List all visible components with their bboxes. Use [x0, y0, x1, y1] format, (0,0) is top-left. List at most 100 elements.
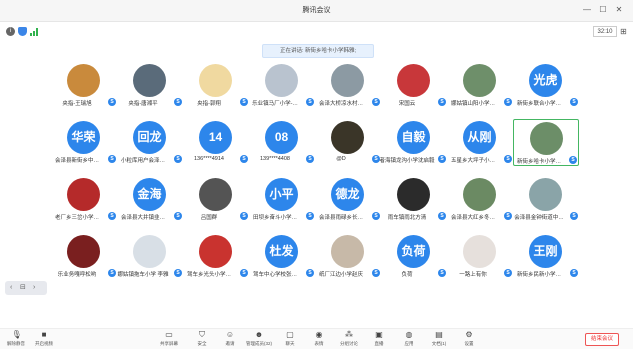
grid-view-icon[interactable]: ⊞ [620, 27, 629, 36]
minimize-icon[interactable]: — [581, 4, 593, 16]
title-bar: 腾讯会议 — ☐ ✕ [0, 0, 633, 22]
participant-name: 会泽县大红乡冬… [450, 215, 495, 221]
participant-tile[interactable]: 德龙 会泽县雨碌乡长… S [315, 176, 381, 223]
toolbar-button[interactable]: ⚙ 设置 [455, 331, 483, 349]
participant-name: 乐业务嘎呼松哟 [57, 272, 97, 278]
toolbar-button[interactable]: ■ 开启视频 [30, 331, 58, 349]
participant-tile[interactable]: 宋国云 S [381, 62, 447, 109]
bottom-toolbar: 结束会议 🎙 解除静音 ■ 开启视频 ▭ 共享屏幕 ⛉ 安全 ☺ 邀请 ☻ 管理成员(32) ▢ 聊天 ◉ 表… [0, 328, 633, 349]
avatar [463, 64, 496, 97]
toolbar-icon: ▤ [435, 330, 443, 339]
participant-name: 会泽县大井镇韭… [120, 215, 165, 221]
participant-tile[interactable]: 娜姑镇拖车小学 李雅 S [117, 233, 183, 280]
participant-name: 会泽县新街乡中… [54, 158, 99, 164]
toolbar-button[interactable]: ◍ 应用 [395, 331, 423, 349]
participant-name: 者海镇龙沟小学沈启毅 [379, 158, 435, 164]
participant-tile[interactable]: 负荷 负荷 S [381, 233, 447, 280]
avatar: 金海 [133, 178, 166, 211]
toolbar-button[interactable]: ▣ 直播 [365, 331, 393, 349]
participant-tile[interactable]: 金海 会泽县大井镇韭… S [117, 176, 183, 223]
end-meeting-button[interactable]: 结束会议 [585, 333, 619, 346]
toolbar-button[interactable]: ⁂ 分组讨论 [335, 331, 363, 349]
participant-name: 央指-唐湘平 [128, 101, 158, 107]
participant-tile[interactable]: 新街乡哈卡小学… S [513, 119, 579, 166]
participant-tile[interactable]: 驾车乡光头小学… S [183, 233, 249, 280]
avatar [397, 178, 430, 211]
avatar: 小平 [265, 178, 298, 211]
gallery-icon[interactable]: ⊟ [20, 284, 26, 292]
participant-tile[interactable]: 王刚 新街乡民新小学… S [513, 233, 579, 280]
participant-tile[interactable]: 央指-郭翔 S [183, 62, 249, 109]
toolbar-button[interactable]: ◉ 表情 [305, 331, 333, 349]
toolbar-icon: ▢ [286, 330, 294, 339]
participant-tile[interactable]: 纸厂江边小学赵庆 S [315, 233, 381, 280]
participant-tile[interactable]: 央指-唐湘平 S [117, 62, 183, 109]
toolbar-icon: ☻ [254, 330, 264, 339]
participant-tile[interactable]: 光虎 新街乡联合小学… S [513, 62, 579, 109]
toolbar-label: 应用 [404, 341, 414, 346]
participant-name: 负荷 [401, 272, 413, 278]
avatar: 负荷 [397, 235, 430, 268]
toolbar-icon: ☺ [225, 330, 235, 339]
participant-tile[interactable]: 雨车镇雨北方清 S [381, 176, 447, 223]
mic-muted-icon: S [504, 155, 512, 163]
info-icon[interactable]: i [6, 27, 15, 36]
participant-tile[interactable]: @D S [315, 119, 381, 166]
toolbar-icon: ▣ [375, 330, 383, 339]
participant-tile[interactable]: 乐业务嘎呼松哟 S [51, 233, 117, 280]
toolbar-label: 表情 [314, 341, 324, 346]
participant-tile[interactable]: 会泽大桥凉水村… S [315, 62, 381, 109]
participant-tile[interactable]: 14 136****4914 S [183, 119, 249, 166]
toolbar-button[interactable]: ☺ 邀请 [216, 331, 244, 349]
avatar [463, 178, 496, 211]
meeting-info-row: i 32:10 ⊞ [0, 23, 633, 41]
participant-tile[interactable]: 会泽县大红乡冬… S [447, 176, 513, 223]
toolbar-label: 管理成员(32) [245, 341, 272, 346]
speaking-banner: 正在讲话: 新街乡哈卡小学韩雅; [262, 44, 374, 58]
toolbar-label: 开启视频 [35, 341, 53, 346]
participant-name: 乐业镇马厂小学-… [252, 101, 298, 107]
avatar: 光虎 [529, 64, 562, 97]
participant-tile[interactable]: 08 139****4408 S [249, 119, 315, 166]
toolbar-button[interactable]: ☻ 管理成员(32) [245, 331, 273, 349]
toolbar-label: 共享屏幕 [160, 341, 178, 346]
maximize-icon[interactable]: ☐ [597, 4, 609, 16]
toolbar-label: 安全 [197, 341, 207, 346]
toolbar-button[interactable]: 🎙 解除静音 [2, 331, 30, 349]
pager-right-icon[interactable]: › [33, 284, 35, 292]
signal-icon[interactable] [30, 28, 39, 36]
participant-tile[interactable]: 娜姑镇山阳小学… S [447, 62, 513, 109]
participant-tile[interactable]: 吕国群 S [183, 176, 249, 223]
close-icon[interactable]: ✕ [613, 4, 625, 16]
participant-name: 老厂乡三岔小学… [54, 215, 99, 221]
participant-tile[interactable]: 乐业镇马厂小学-… S [249, 62, 315, 109]
meeting-timer: 32:10 [593, 26, 617, 37]
participant-tile[interactable]: 老厂乡三岔小学… S [51, 176, 117, 223]
avatar: 14 [199, 121, 232, 154]
participant-tile[interactable]: 回龙 小粒库用户会泽… S [117, 119, 183, 166]
participant-name: 央指-王瑞旭 [62, 101, 92, 107]
toolbar-icon: ◍ [405, 330, 413, 339]
participant-tile[interactable]: 华荣 会泽县新街乡中… S [51, 119, 117, 166]
participant-tile[interactable]: 从刚 五星乡大坪子小… S [447, 119, 513, 166]
toolbar-label: 分组讨论 [340, 341, 358, 346]
toolbar-button[interactable]: ▤ 文档(1) [425, 331, 453, 349]
toolbar-button[interactable]: ▢ 聊天 [276, 331, 304, 349]
toolbar-icon: ⁂ [345, 330, 353, 339]
toolbar-button[interactable]: ⛉ 安全 [188, 331, 216, 349]
participant-tile[interactable]: 小平 田坝乡奋斗小学… S [249, 176, 315, 223]
avatar: 王刚 [529, 235, 562, 268]
shield-icon[interactable] [18, 27, 27, 36]
view-pager[interactable]: ‹ ⊟ › [5, 281, 47, 295]
participant-tile[interactable]: 会泽县金钟街道中… S [513, 176, 579, 223]
participant-tile[interactable]: 自毅 者海镇龙沟小学沈启毅 S [379, 119, 447, 166]
toolbar-button[interactable]: ▭ 共享屏幕 [155, 331, 183, 349]
avatar [331, 64, 364, 97]
participant-tile[interactable]: 杜发 驾车中心学校张… S [249, 233, 315, 280]
pager-left-icon[interactable]: ‹ [10, 284, 12, 292]
participant-tile[interactable]: 央指-王瑞旭 S [51, 62, 117, 109]
avatar: 08 [265, 121, 298, 154]
window-title: 腾讯会议 [302, 7, 331, 14]
participant-name: 新街乡哈卡小学… [516, 159, 561, 165]
participant-tile[interactable]: 一路上有你 S [447, 233, 513, 280]
